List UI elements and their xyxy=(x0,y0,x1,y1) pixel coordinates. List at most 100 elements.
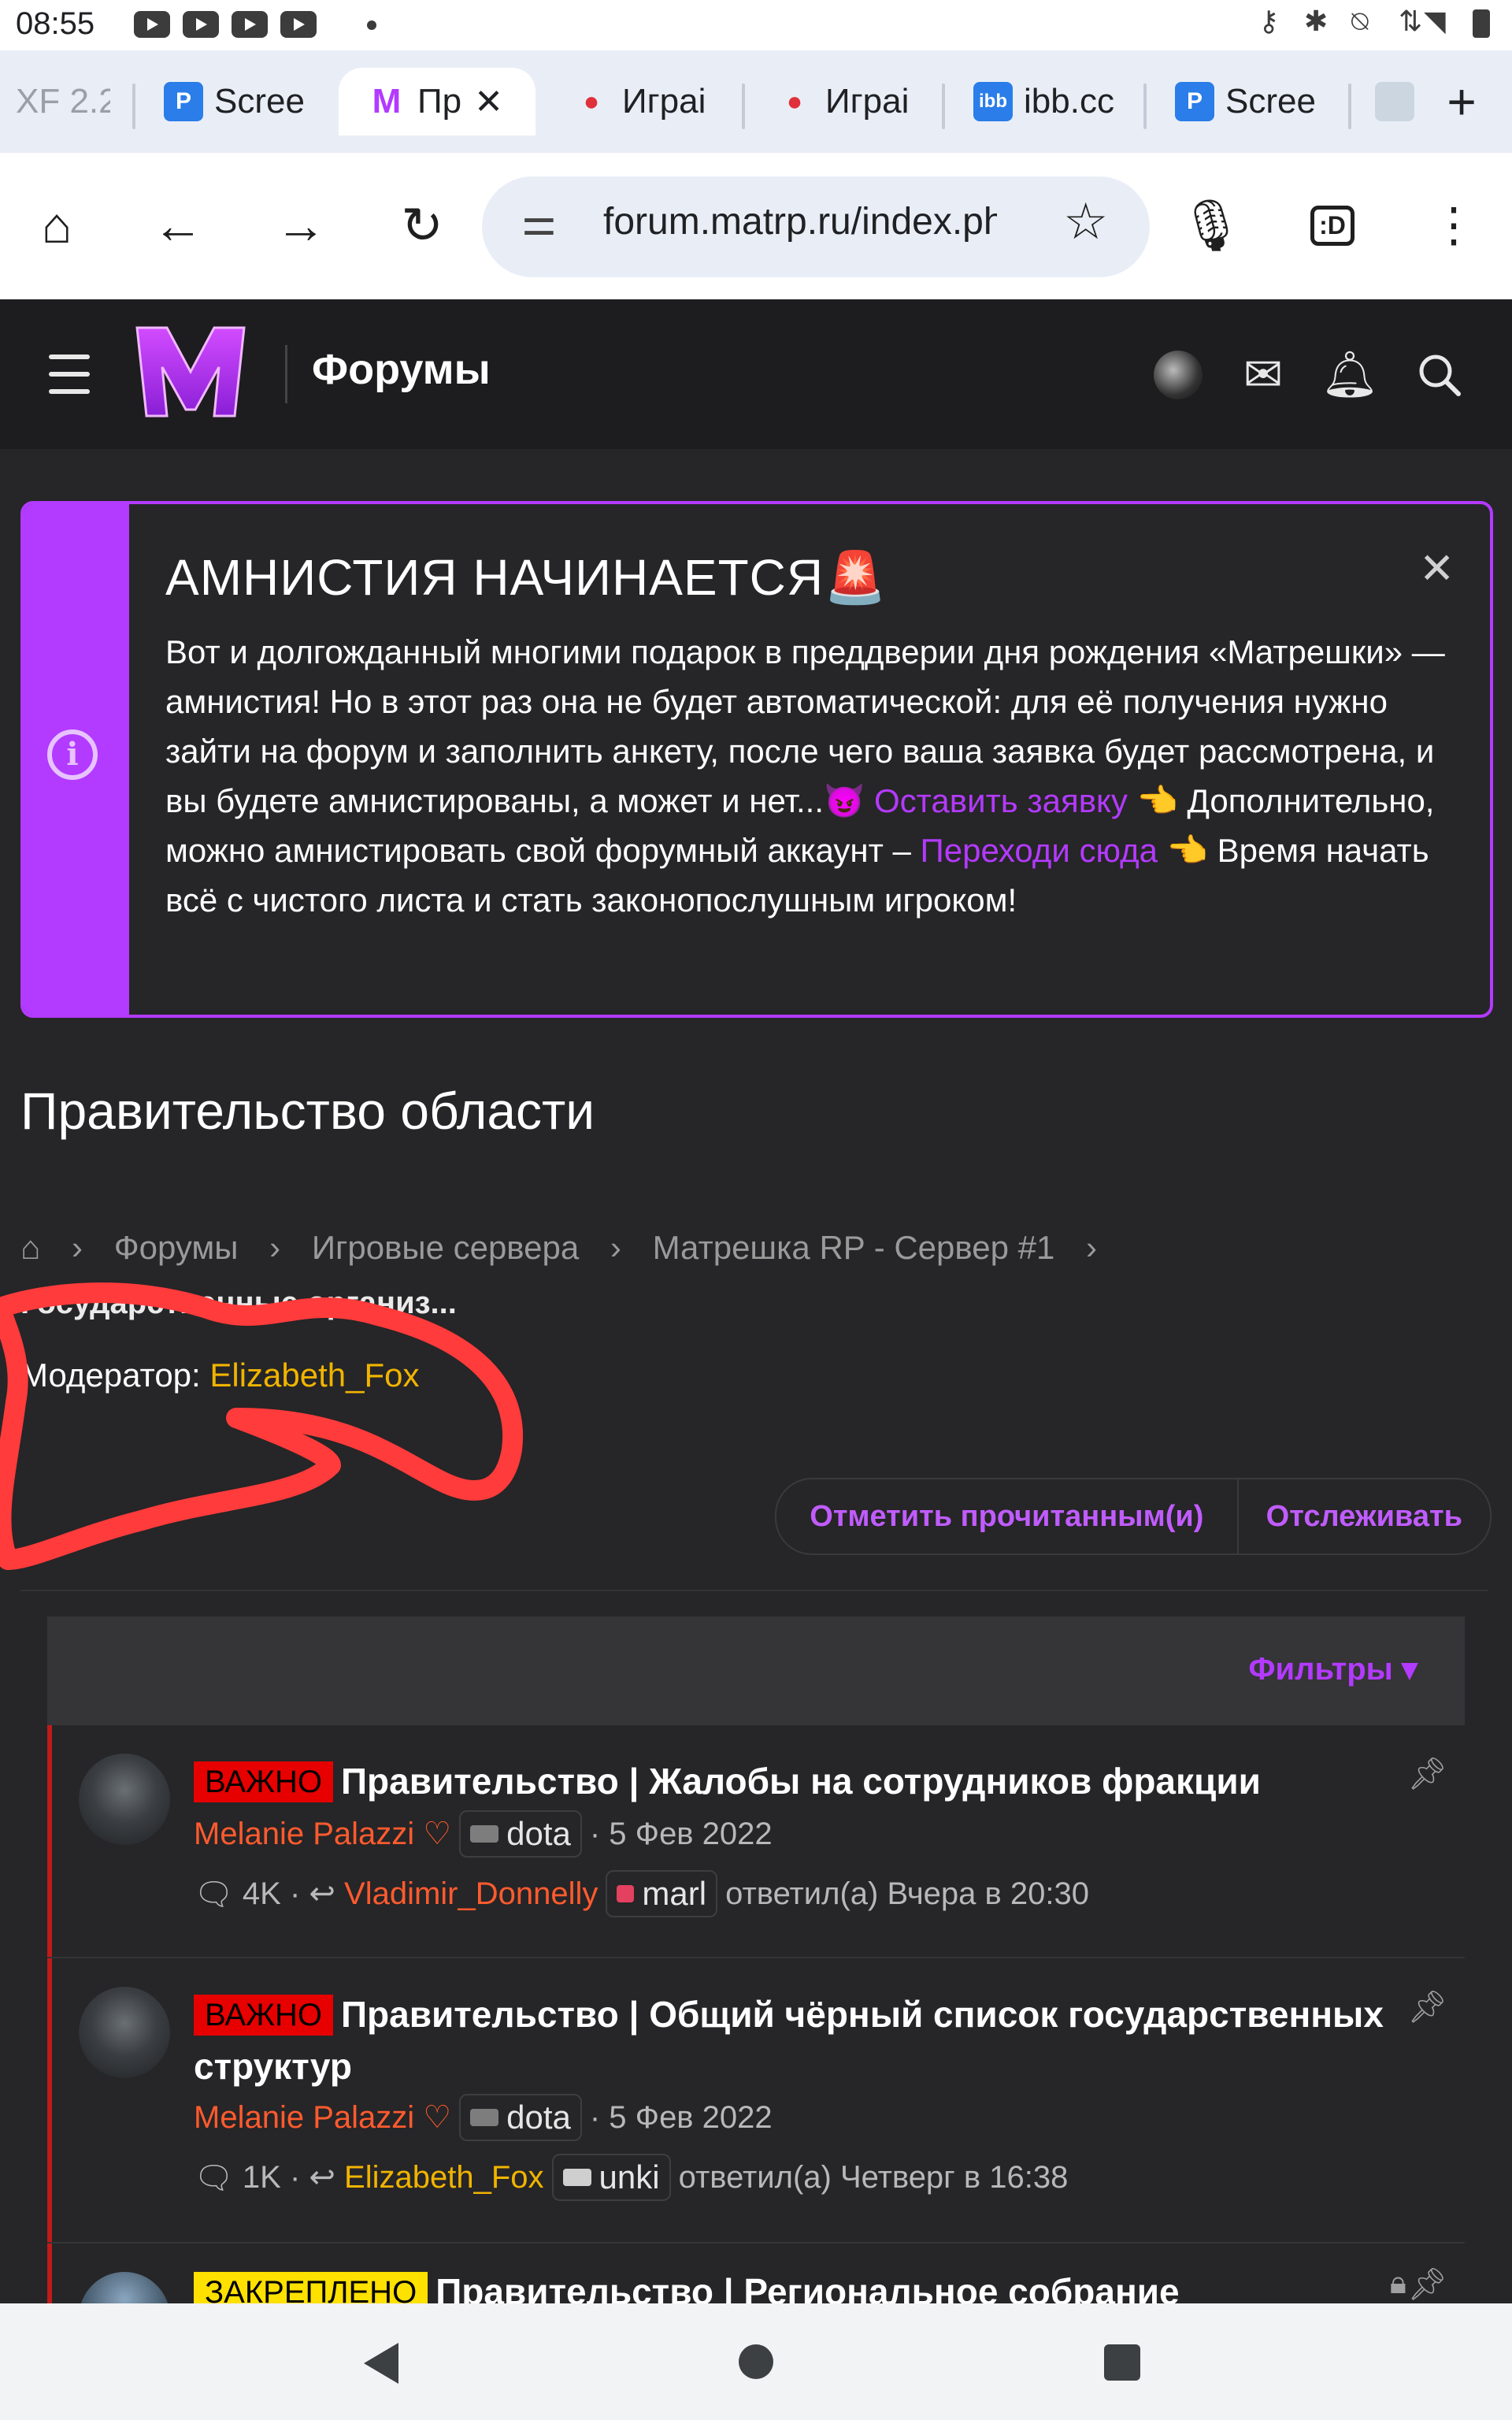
mark-read-button[interactable]: Отметить прочитанным(и) xyxy=(776,1479,1239,1553)
gun-icon xyxy=(470,1825,499,1843)
filters-dropdown[interactable]: Фильтры ▾ xyxy=(1248,1651,1418,1687)
reload-icon[interactable]: ↻ xyxy=(383,186,461,265)
tab-screenshot[interactable]: P Scree xyxy=(164,68,321,135)
nav-recents-icon[interactable] xyxy=(1104,2344,1140,2381)
tab-favicon-icon xyxy=(1375,82,1414,121)
tab-ibb[interactable]: ibb ibb.cc xyxy=(973,68,1115,135)
red-scribble-annotation xyxy=(0,1282,524,1570)
avatar[interactable] xyxy=(79,1754,170,1845)
breadcrumb-item[interactable]: Матрешка RP - Сервер #1 xyxy=(653,1229,1055,1266)
thread-title[interactable]: Правительство | Региональное собрание xyxy=(435,2271,1179,2303)
site-settings-icon[interactable]: ⚌ xyxy=(521,199,557,244)
notice-body: Вот и долгожданный многими подарок в пре… xyxy=(165,627,1473,925)
last-poster-link[interactable]: Vladimir_Donnelly xyxy=(344,1876,598,1912)
close-icon[interactable]: ✕ xyxy=(1419,544,1455,593)
thread-row[interactable]: ВАЖНО Правительство | Жалобы на сотрудник… xyxy=(47,1725,1469,1957)
screenshot-favicon-icon: P xyxy=(164,82,203,121)
tab-title: ibb.cc xyxy=(1024,82,1114,121)
youtube-notification-icon xyxy=(183,11,219,38)
tab-partial[interactable] xyxy=(1375,68,1438,135)
tab-screenshot-2[interactable]: P Scree xyxy=(1175,68,1332,135)
replies-icon: 🗨︎ xyxy=(194,1876,234,1912)
thread-title[interactable]: Правительство | Жалобы на сотрудников фр… xyxy=(341,1761,1261,1802)
hamburger-menu-icon[interactable] xyxy=(49,354,90,394)
author-link[interactable]: Melanie Palazzi ♡ xyxy=(194,1816,451,1852)
apply-link[interactable]: Оставить заявку xyxy=(874,782,1128,819)
pinned-label: ЗАКРЕПЛЕНО xyxy=(194,2272,428,2303)
nav-home-icon[interactable] xyxy=(739,2344,773,2379)
filters-label: Фильтры xyxy=(1248,1652,1393,1687)
pin-icon: 📌︎ xyxy=(1407,2267,1447,2302)
last-poster-link[interactable]: Elizabeth_Fox xyxy=(344,2160,543,2195)
youtube-notification-icon xyxy=(232,11,268,38)
thread-row[interactable]: ЗАКРЕПЛЕНО Правительство | Региональное с… xyxy=(47,2244,1469,2303)
tab-game-2[interactable]: ● Играi xyxy=(775,68,917,135)
menu-kebab-icon[interactable]: ⋮ xyxy=(1414,186,1493,265)
pin-icon: 📌︎ xyxy=(1407,1757,1447,1791)
search-icon[interactable] xyxy=(1408,343,1471,406)
author-link[interactable]: Melanie Palazzi ♡ xyxy=(194,2099,451,2136)
important-label: ВАЖНО xyxy=(194,1761,333,1802)
reply-arrow-icon: ↩ xyxy=(309,2160,335,2195)
tab-switcher-label: :D xyxy=(1310,205,1354,246)
heart-icon xyxy=(617,1885,635,1902)
tab-game-1[interactable]: ● Играi xyxy=(572,68,713,135)
tab-switcher-button[interactable]: :D xyxy=(1293,186,1372,265)
page-title: Правительство области xyxy=(20,1082,595,1140)
avatar[interactable] xyxy=(79,1987,170,2078)
alerts-bell-icon[interactable]: 🔔︎ xyxy=(1318,343,1381,406)
user-avatar[interactable] xyxy=(1147,343,1210,406)
nav-back-icon[interactable] xyxy=(364,2343,398,2384)
tab-close-icon[interactable]: ✕ xyxy=(474,82,503,122)
tab-xf[interactable]: XF 2.2 xyxy=(16,68,110,135)
browser-toolbar: ⌂ ← → ↻ ⚌ forum.matrp.ru/index.php ☆ 🎙 :… xyxy=(0,153,1512,299)
battery-icon xyxy=(1473,9,1490,38)
tab-title: Играi xyxy=(622,82,706,121)
last-reply-time[interactable]: ответил(а) Четверг в 16:38 xyxy=(679,2160,1069,2195)
author-badge: dota xyxy=(459,2094,582,2141)
bookmark-star-icon[interactable]: ☆ xyxy=(1063,192,1108,251)
watch-button[interactable]: Отслеживать xyxy=(1239,1479,1490,1553)
status-bar: 08:55 ⚷ ✱ ⍉ ⇅ ◥ xyxy=(0,0,1512,50)
forward-icon[interactable]: → xyxy=(261,186,340,265)
address-bar[interactable]: ⚌ forum.matrp.ru/index.php ☆ xyxy=(482,176,1150,277)
reply-count: 4K xyxy=(242,1876,281,1911)
ibb-favicon-icon: ibb xyxy=(973,82,1013,121)
tab-strip: XF 2.2 P Scree M Пр ✕ ● Играi ● Играi ibb ibb.… xyxy=(0,50,1512,153)
tab-active-matrp[interactable]: M Пр ✕ xyxy=(339,68,536,135)
car-icon xyxy=(562,2169,591,2186)
tab-title: Scree xyxy=(1225,82,1316,121)
matrp-favicon-icon: M xyxy=(372,82,402,121)
wifi-icon: ◥ xyxy=(1424,5,1446,37)
header-title[interactable]: Форумы xyxy=(312,345,491,394)
new-tab-icon[interactable]: + xyxy=(1430,68,1493,135)
screenshot-favicon-icon: P xyxy=(1175,82,1214,121)
go-here-link[interactable]: Переходи сюда xyxy=(921,832,1158,869)
author-badge: dota xyxy=(459,1810,582,1858)
replies-icon: 🗨︎ xyxy=(194,2160,234,2195)
back-icon[interactable]: ← xyxy=(139,186,217,265)
tab-title: Scree xyxy=(214,82,305,121)
microphone-icon[interactable]: 🎙 xyxy=(1172,186,1251,265)
avatar[interactable] xyxy=(79,2272,170,2303)
thread-date: · 5 Фев 2022 xyxy=(589,2099,773,2135)
gun-icon xyxy=(470,2109,499,2126)
site-header: Форумы ✉ 🔔︎ xyxy=(0,299,1512,449)
tab-title: XF 2.2 xyxy=(16,82,110,121)
reply-count: 1K xyxy=(242,2159,281,2195)
system-navigation-bar xyxy=(0,2303,1512,2420)
thread-title[interactable]: Правительство | Общий чёрный список госу… xyxy=(194,1994,1384,2087)
vpn-key-icon: ⚷ xyxy=(1258,5,1280,37)
inbox-envelope-icon[interactable]: ✉ xyxy=(1232,343,1295,406)
tab-title: Играi xyxy=(825,82,910,121)
thread-row[interactable]: ВАЖНО Правительство | Общий чёрный список… xyxy=(47,1958,1469,2242)
last-reply-time[interactable]: ответил(а) Вчера в 20:30 xyxy=(725,1876,1089,1912)
game-favicon-icon: ● xyxy=(583,86,600,117)
home-icon[interactable]: ⌂ xyxy=(17,186,96,265)
url-text[interactable]: forum.matrp.ru/index.php xyxy=(603,200,997,243)
mute-icon: ⍉ xyxy=(1351,5,1369,37)
notice-banner: i АМНИСТИЯ НАЧИНАЕТСЯ🚨 ✕ Вот и долгождан… xyxy=(20,501,1493,1018)
tab-title: Пр xyxy=(417,82,462,121)
lock-icon: 🔒︎ xyxy=(1389,2266,1406,2300)
matrp-logo[interactable] xyxy=(132,321,249,422)
